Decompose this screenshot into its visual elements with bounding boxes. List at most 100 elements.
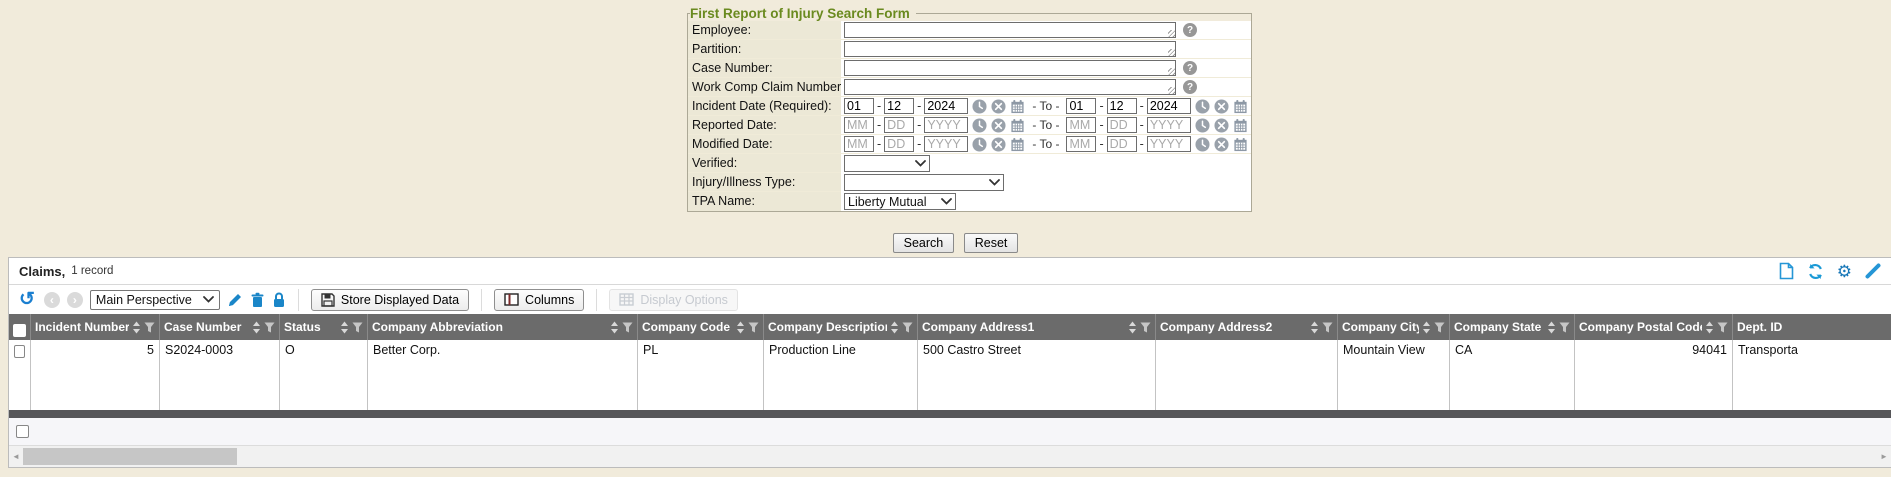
clock-icon[interactable] <box>1195 118 1210 133</box>
col-header-company-description[interactable]: Company Description <box>764 314 918 340</box>
incident-to-year-input[interactable] <box>1147 98 1191 114</box>
sort-icon[interactable] <box>610 321 619 334</box>
reported-from-month-input[interactable] <box>844 117 874 133</box>
help-icon[interactable]: ? <box>1183 23 1197 37</box>
reported-to-month-input[interactable] <box>1066 117 1096 133</box>
search-button[interactable]: Search <box>893 233 955 253</box>
incident-from-day-input[interactable] <box>884 98 914 114</box>
footer-checkbox[interactable] <box>16 425 29 438</box>
col-header-company-postal-code[interactable]: Company Postal Code <box>1575 314 1733 340</box>
clear-date-icon[interactable] <box>991 99 1006 114</box>
verified-select[interactable] <box>844 155 930 172</box>
col-header-company-abbreviation[interactable]: Company Abbreviation <box>368 314 638 340</box>
employee-input[interactable] <box>844 22 1176 38</box>
clear-date-icon[interactable] <box>1214 137 1229 152</box>
col-header-company-state[interactable]: Company State <box>1450 314 1575 340</box>
filter-icon[interactable] <box>622 322 633 333</box>
col-header-incident-number[interactable]: Incident Number <box>31 314 160 340</box>
help-icon[interactable]: ? <box>1183 80 1197 94</box>
sort-icon[interactable] <box>890 321 899 334</box>
calendar-icon[interactable] <box>1010 118 1025 133</box>
lock-icon[interactable] <box>272 292 286 308</box>
sort-icon[interactable] <box>1547 321 1556 334</box>
undo-icon[interactable]: ↺ <box>19 290 35 309</box>
row-checkbox[interactable] <box>14 345 25 358</box>
table-row[interactable]: 5 S2024-0003 O Better Corp. PL Productio… <box>9 340 1891 410</box>
filter-icon[interactable] <box>144 322 155 333</box>
scroll-right-icon[interactable]: ► <box>1877 446 1891 467</box>
calendar-icon[interactable] <box>1010 137 1025 152</box>
perspective-select[interactable]: Main Perspective <box>90 290 220 310</box>
clock-icon[interactable] <box>972 99 987 114</box>
filter-icon[interactable] <box>1717 322 1728 333</box>
sort-icon[interactable] <box>252 321 261 334</box>
gear-icon[interactable]: ⚙ <box>1837 263 1852 280</box>
sort-icon[interactable] <box>1705 321 1714 334</box>
scrollbar-thumb[interactable] <box>23 448 237 465</box>
scroll-left-icon[interactable]: ◄ <box>9 446 23 467</box>
edit-pencil-icon[interactable] <box>227 292 243 308</box>
incident-from-year-input[interactable] <box>924 98 968 114</box>
modified-from-day-input[interactable] <box>884 136 914 152</box>
calendar-icon[interactable] <box>1233 118 1248 133</box>
clock-icon[interactable] <box>1195 137 1210 152</box>
sort-icon[interactable] <box>132 321 141 334</box>
work-comp-claim-input[interactable] <box>844 79 1176 95</box>
modified-to-year-input[interactable] <box>1147 136 1191 152</box>
sort-icon[interactable] <box>340 321 349 334</box>
reported-to-year-input[interactable] <box>1147 117 1191 133</box>
filter-icon[interactable] <box>1434 322 1445 333</box>
reset-button[interactable]: Reset <box>964 233 1019 253</box>
modified-to-day-input[interactable] <box>1107 136 1137 152</box>
incident-to-month-input[interactable] <box>1066 98 1096 114</box>
select-all-checkbox[interactable] <box>13 324 26 337</box>
clear-date-icon[interactable] <box>1214 99 1229 114</box>
clear-date-icon[interactable] <box>991 137 1006 152</box>
incident-from-month-input[interactable] <box>844 98 874 114</box>
modified-from-month-input[interactable] <box>844 136 874 152</box>
col-header-status[interactable]: Status <box>280 314 368 340</box>
sort-icon[interactable] <box>736 321 745 334</box>
reported-to-day-input[interactable] <box>1107 117 1137 133</box>
store-displayed-data-button[interactable]: Store Displayed Data <box>311 289 469 311</box>
help-icon[interactable]: ? <box>1183 61 1197 75</box>
col-header-dept-id[interactable]: Dept. ID <box>1733 314 1891 340</box>
filter-icon[interactable] <box>1322 322 1333 333</box>
filter-icon[interactable] <box>748 322 759 333</box>
col-header-company-code[interactable]: Company Code <box>638 314 764 340</box>
columns-button[interactable]: Columns <box>494 289 584 311</box>
reported-from-day-input[interactable] <box>884 117 914 133</box>
sort-icon[interactable] <box>1128 321 1137 334</box>
incident-to-day-input[interactable] <box>1107 98 1137 114</box>
calendar-icon[interactable] <box>1233 137 1248 152</box>
filter-icon[interactable] <box>902 322 913 333</box>
horizontal-scrollbar[interactable]: ◄ ► <box>9 445 1891 467</box>
clear-date-icon[interactable] <box>1214 118 1229 133</box>
case-number-input[interactable] <box>844 60 1176 76</box>
wrench-icon[interactable] <box>1865 263 1881 279</box>
clock-icon[interactable] <box>972 137 987 152</box>
sort-icon[interactable] <box>1310 321 1319 334</box>
injury-type-select[interactable] <box>844 174 1004 191</box>
new-document-icon[interactable] <box>1779 262 1794 280</box>
clock-icon[interactable] <box>972 118 987 133</box>
sort-icon[interactable] <box>1422 321 1431 334</box>
filter-icon[interactable] <box>1559 322 1570 333</box>
modified-to-month-input[interactable] <box>1066 136 1096 152</box>
refresh-icon[interactable] <box>1807 263 1824 280</box>
col-header-company-address2[interactable]: Company Address2 <box>1156 314 1338 340</box>
calendar-icon[interactable] <box>1233 99 1248 114</box>
col-header-case-number[interactable]: Case Number <box>160 314 280 340</box>
clock-icon[interactable] <box>1195 99 1210 114</box>
modified-from-year-input[interactable] <box>924 136 968 152</box>
reported-from-year-input[interactable] <box>924 117 968 133</box>
partition-input[interactable] <box>844 41 1176 57</box>
calendar-icon[interactable] <box>1010 99 1025 114</box>
col-header-company-address1[interactable]: Company Address1 <box>918 314 1156 340</box>
col-header-company-city[interactable]: Company City <box>1338 314 1450 340</box>
trash-icon[interactable] <box>250 292 265 308</box>
select-all-header[interactable] <box>9 314 31 340</box>
filter-icon[interactable] <box>352 322 363 333</box>
filter-icon[interactable] <box>264 322 275 333</box>
filter-icon[interactable] <box>1140 322 1151 333</box>
